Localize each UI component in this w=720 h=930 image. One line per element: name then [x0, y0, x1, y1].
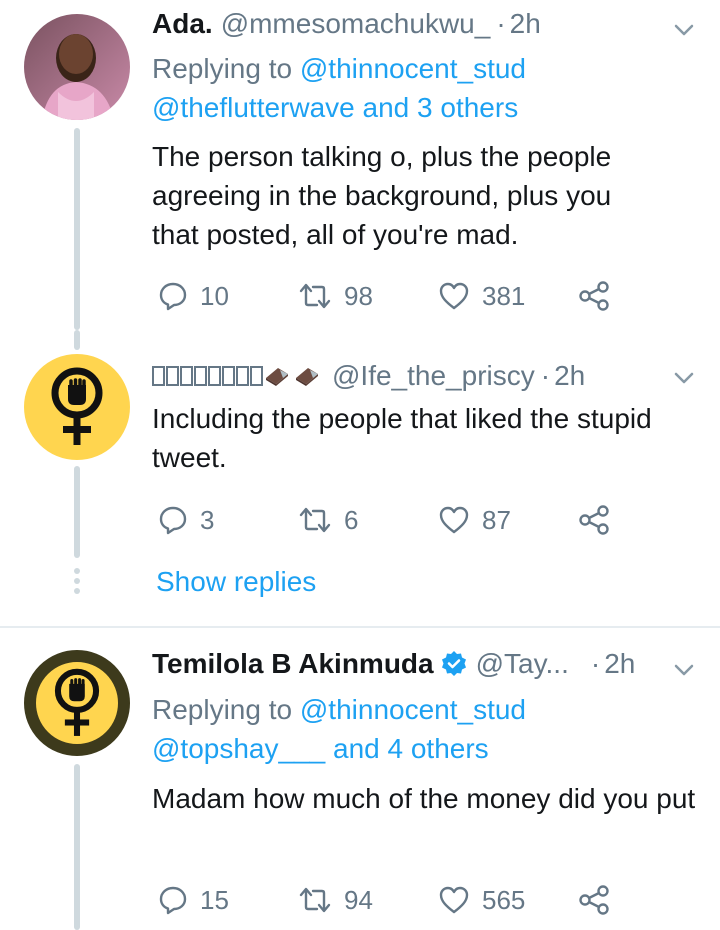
chevron-down-icon[interactable] [672, 366, 696, 390]
tweet-text: The person talking o, plus the people ag… [152, 141, 612, 250]
user-handle[interactable]: @Tay... [476, 648, 569, 680]
tweet-header: @Ife_the_priscy · 2h [152, 356, 585, 396]
display-name-glyphs[interactable] [152, 366, 324, 386]
reply-icon [159, 506, 187, 535]
tweet-text: Including the people that liked the stup… [152, 403, 652, 473]
tweet-actions: 10 98 381 [152, 276, 632, 316]
thread-line [74, 330, 80, 350]
thread-line [74, 128, 80, 330]
retweet-icon [299, 887, 331, 913]
user-handle[interactable]: @mmesomachukwu_ [221, 8, 491, 40]
replying-prefix: Replying to [152, 53, 300, 84]
share-button[interactable] [578, 880, 610, 920]
thread-dots [73, 568, 81, 598]
retweet-button[interactable]: 98 [298, 276, 373, 316]
reply-icon [159, 886, 187, 915]
like-button[interactable]: 565 [438, 880, 525, 920]
show-replies-link[interactable]: Show replies [156, 566, 316, 598]
tweet-text: Madam how much of the money did you put [152, 783, 696, 814]
replying-to: Replying to @thinnocent_stud @theflutter… [152, 49, 526, 127]
reply-mention[interactable]: @thinnocent_stud [300, 694, 526, 725]
display-name[interactable]: Temilola B Akinmuda [152, 648, 434, 680]
retweet-button[interactable]: 94 [298, 880, 373, 920]
female-fist-icon [51, 367, 103, 445]
thread-line [74, 466, 80, 558]
avatar[interactable] [24, 354, 130, 460]
chocolate-emoji-icon [266, 368, 288, 386]
reply-button[interactable]: 3 [158, 500, 214, 540]
tweet-actions: 3 6 87 [152, 500, 632, 540]
separator-dot: · [540, 360, 551, 391]
share-button[interactable] [578, 276, 610, 316]
retweet-count: 6 [344, 504, 359, 535]
reply-others[interactable]: and 4 others [325, 733, 489, 764]
tweet-header: Ada. @mmesomachukwu_ · 2h [152, 4, 541, 44]
reply-button[interactable]: 15 [158, 880, 229, 920]
share-icon [579, 281, 609, 311]
reply-count: 15 [200, 884, 229, 915]
tweet-actions: 15 94 565 [152, 880, 632, 920]
like-count: 565 [482, 884, 526, 915]
like-button[interactable]: 87 [438, 500, 511, 540]
timestamp[interactable]: 2h [554, 360, 585, 392]
reply-button[interactable]: 10 [158, 276, 229, 316]
timestamp[interactable]: 2h [604, 648, 635, 680]
reply-icon [159, 282, 187, 311]
separator-dot: · [496, 8, 506, 39]
reply-mention[interactable]: @topshay___ [152, 733, 325, 764]
share-icon [579, 505, 609, 535]
reply-others[interactable]: and 3 others [355, 92, 519, 123]
chevron-down-icon[interactable] [672, 18, 696, 42]
like-button[interactable]: 381 [438, 276, 525, 316]
like-count: 381 [482, 280, 526, 311]
replying-to: Replying to @thinnocent_stud @topshay___… [152, 690, 526, 768]
female-fist-icon [54, 668, 100, 736]
thread-line [74, 764, 80, 930]
chocolate-emoji-icon [296, 368, 318, 386]
like-icon [439, 282, 469, 310]
reply-mention[interactable]: @thinnocent_stud [300, 53, 526, 84]
tweet-2[interactable]: @Ife_the_priscy · 2h Including the peopl… [0, 330, 720, 630]
user-handle[interactable]: @Ife_the_priscy [332, 360, 535, 392]
retweet-count: 94 [344, 884, 373, 915]
tweet-3[interactable]: Temilola B Akinmuda @Tay... · 2h Replyin… [0, 630, 720, 930]
avatar[interactable] [24, 14, 130, 120]
separator-dot: · [590, 648, 601, 679]
avatar[interactable] [24, 650, 130, 756]
like-count: 87 [482, 504, 511, 535]
like-icon [439, 886, 469, 914]
retweet-button[interactable]: 6 [298, 500, 358, 540]
chevron-down-icon[interactable] [672, 658, 696, 682]
share-button[interactable] [578, 500, 610, 540]
reply-count: 10 [200, 280, 229, 311]
verified-badge-icon [441, 651, 466, 676]
tweet-1[interactable]: Ada. @mmesomachukwu_ · 2h Replying to @t… [0, 0, 720, 330]
reply-mention[interactable]: @theflutterwave [152, 92, 355, 123]
display-name[interactable]: Ada. [152, 8, 213, 40]
like-icon [439, 506, 469, 534]
divider [0, 626, 720, 628]
reply-count: 3 [200, 504, 215, 535]
retweet-icon [299, 283, 331, 309]
tweet-header: Temilola B Akinmuda @Tay... · 2h [152, 644, 635, 684]
replying-prefix: Replying to [152, 694, 300, 725]
timestamp[interactable]: 2h [510, 8, 541, 40]
retweet-count: 98 [344, 280, 373, 311]
retweet-icon [299, 507, 331, 533]
share-icon [579, 885, 609, 915]
